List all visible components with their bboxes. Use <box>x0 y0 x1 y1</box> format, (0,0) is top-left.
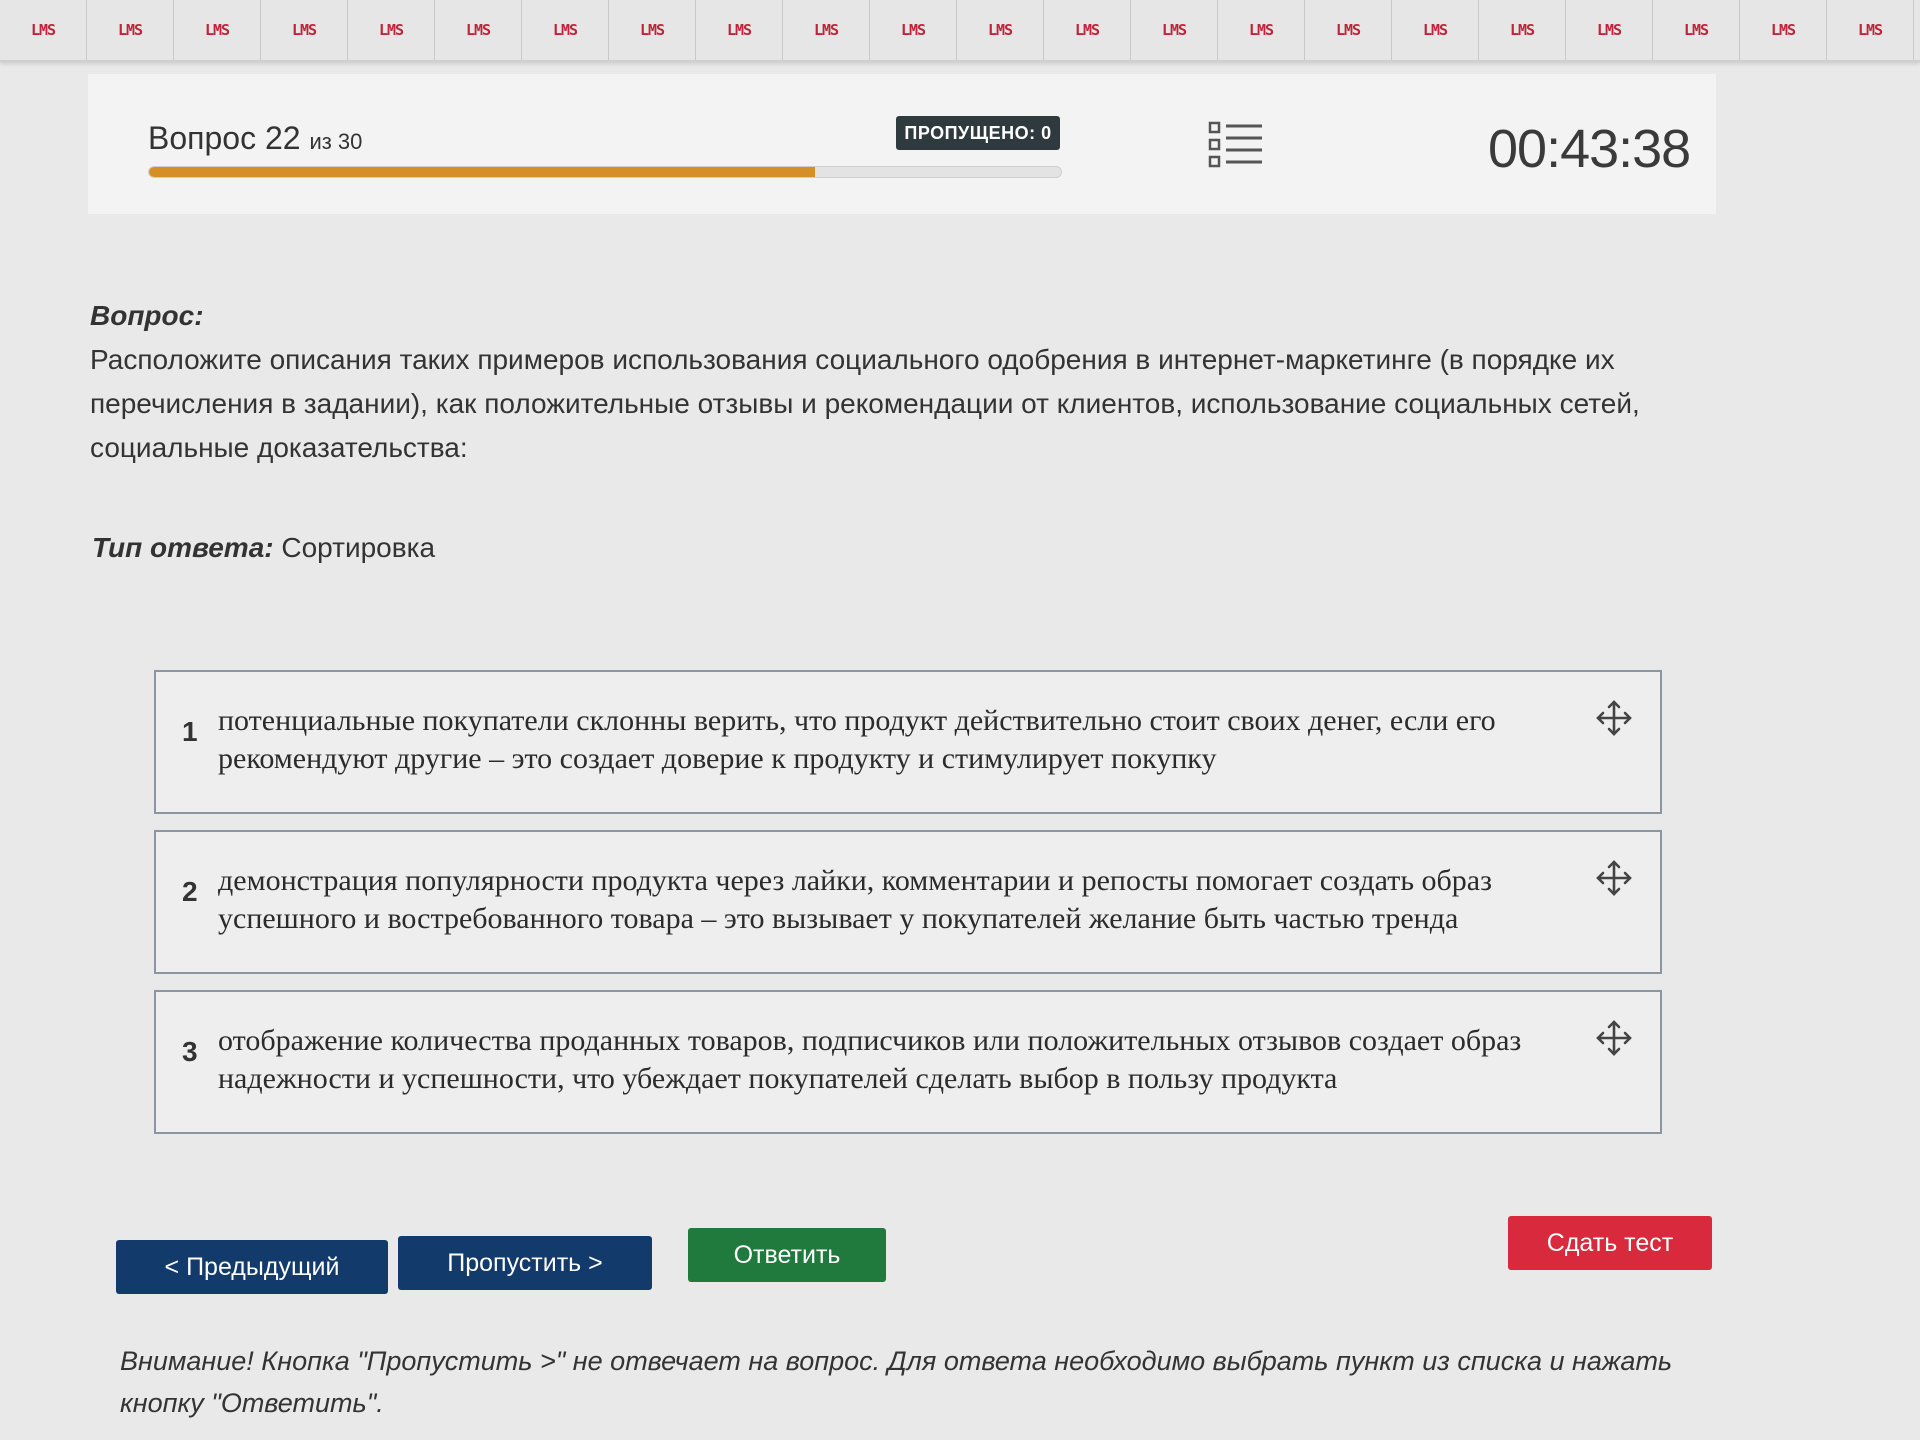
lms-logo-cell: LMS <box>1479 0 1566 60</box>
answer-type-label: Тип ответа: <box>92 532 274 563</box>
question-title: Вопрос: <box>90 300 204 331</box>
lms-logo-cell: LMS <box>348 0 435 60</box>
sort-item-number: 2 <box>182 876 198 907</box>
skip-button[interactable]: Пропустить > <box>398 1236 652 1290</box>
answer-type: Тип ответа: Сортировка <box>92 532 435 564</box>
lms-logo-cell: LMS <box>0 0 87 60</box>
sort-item-number: 3 <box>182 1036 198 1067</box>
timer: 00:43:38 <box>1488 119 1691 179</box>
progress-bar <box>148 166 1062 178</box>
sort-item-2[interactable]: 2 демонстрация популярности продукта чер… <box>154 830 1662 974</box>
move-icon[interactable] <box>1594 698 1634 738</box>
lms-logo-cell: LMS <box>1305 0 1392 60</box>
lms-logo-cell: LMS <box>87 0 174 60</box>
question-word: Вопрос <box>148 120 257 156</box>
lms-logo-cell: LMS <box>1827 0 1914 60</box>
move-icon[interactable] <box>1594 1018 1634 1058</box>
lms-logo-cell: LMS <box>1044 0 1131 60</box>
sort-item-text: демонстрация популярности продукта через… <box>218 864 1492 935</box>
question-total: из 30 <box>309 129 363 154</box>
lms-logo-cell: LMS <box>522 0 609 60</box>
progress-fill <box>149 167 815 177</box>
answer-type-value: Сортировка <box>281 532 436 563</box>
previous-button[interactable]: < Предыдущий <box>116 1240 388 1294</box>
answer-button[interactable]: Ответить <box>688 1228 886 1282</box>
move-icon[interactable] <box>1594 858 1634 898</box>
submit-test-button[interactable]: Сдать тест <box>1508 1216 1712 1270</box>
lms-header-strip: LMS LMS LMS LMS LMS LMS LMS LMS LMS LMS LMS LMS LMS L… <box>0 0 1920 62</box>
question-number: 22 <box>264 120 301 156</box>
lms-logo-cell: LMS <box>783 0 870 60</box>
question-text: Расположите описания таких примеров испо… <box>90 344 1640 463</box>
sort-item-1[interactable]: 1 потенциальные покупатели склонны верит… <box>154 670 1662 814</box>
lms-logo-cell: LMS <box>435 0 522 60</box>
question-list-icon[interactable] <box>1208 120 1264 170</box>
lms-logo-cell: LMS <box>870 0 957 60</box>
skipped-badge: ПРОПУЩЕНО: 0 <box>896 116 1060 150</box>
lms-logo-cell: LMS <box>174 0 261 60</box>
sort-item-text: потенциальные покупатели склонны верить,… <box>218 704 1496 775</box>
lms-logo-cell: LMS <box>1914 0 1920 60</box>
lms-logo-cell: LMS <box>609 0 696 60</box>
sort-item-3[interactable]: 3 отображение количества проданных товар… <box>154 990 1662 1134</box>
lms-logo-cell: LMS <box>1566 0 1653 60</box>
warning-note: Внимание! Кнопка "Пропустить >" не отвеч… <box>120 1346 1673 1418</box>
lms-logo-cell: LMS <box>1653 0 1740 60</box>
question-header: Вопрос 22 из 30 ПРОПУЩЕНО: 0 00:43:38 <box>88 74 1716 214</box>
lms-logo-cell: LMS <box>696 0 783 60</box>
question-counter: Вопрос 22 из 30 <box>148 120 362 157</box>
lms-logo-cell: LMS <box>1392 0 1479 60</box>
lms-logo-cell: LMS <box>1218 0 1305 60</box>
lms-logo-cell: LMS <box>1740 0 1827 60</box>
lms-logo-cell: LMS <box>261 0 348 60</box>
sort-item-text: отображение количества проданных товаров… <box>218 1024 1522 1095</box>
lms-logo-cell: LMS <box>957 0 1044 60</box>
sort-item-number: 1 <box>182 716 198 747</box>
lms-logo-cell: LMS <box>1131 0 1218 60</box>
